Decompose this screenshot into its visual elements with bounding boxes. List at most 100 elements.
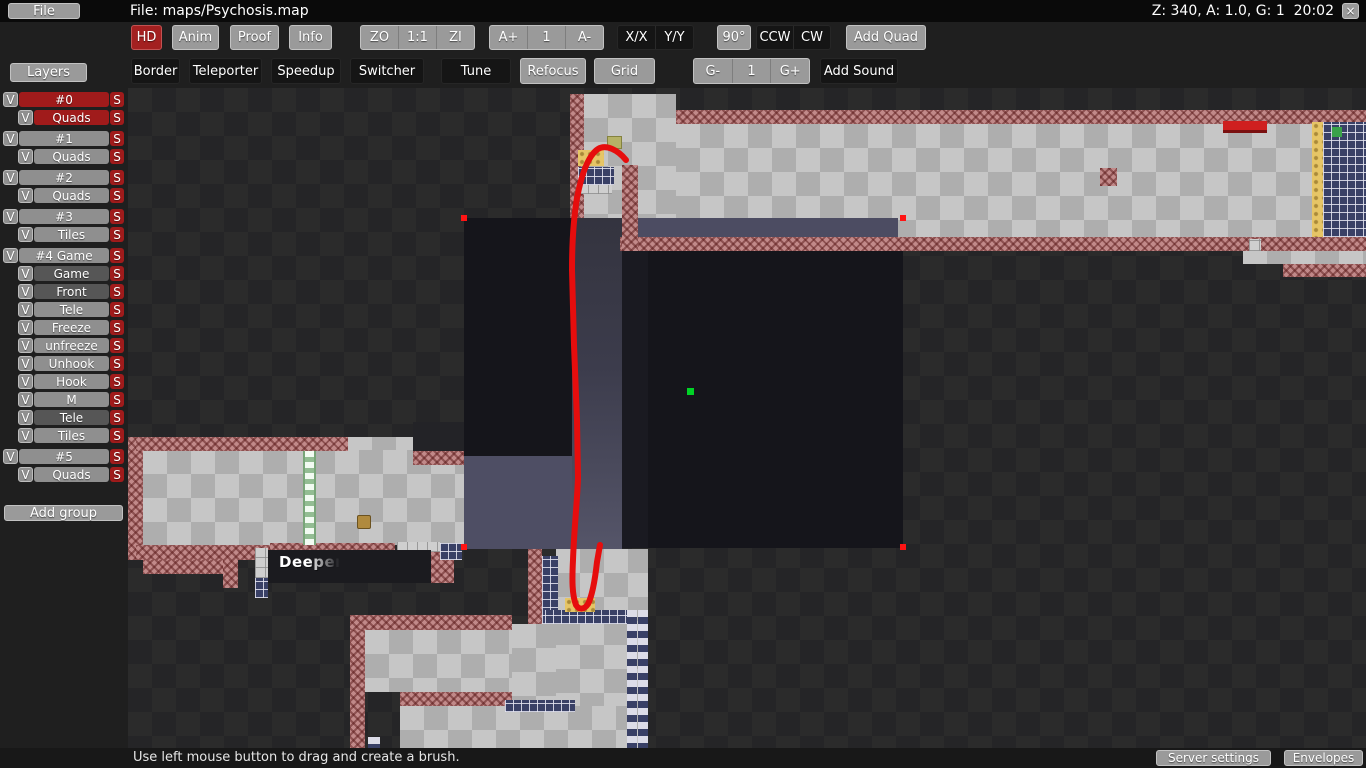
layer-name[interactable]: Tele (34, 302, 109, 317)
layer-visibility-toggle[interactable]: V (18, 374, 33, 389)
grid-increase-button[interactable]: G+ (770, 59, 809, 83)
layer-visibility-toggle[interactable]: V (18, 266, 33, 281)
add-group-button[interactable]: Add group (4, 505, 123, 521)
speedup-button[interactable]: Speedup (271, 58, 341, 84)
teleporter-button[interactable]: Teleporter (189, 58, 262, 84)
layer-name[interactable]: #0 (19, 92, 109, 107)
rotate-angle-button[interactable]: 90° (717, 25, 751, 50)
layer-name[interactable]: #5 (19, 449, 109, 464)
layer-name[interactable]: Front (34, 284, 109, 299)
layer-visibility-toggle[interactable]: V (18, 338, 33, 353)
anim-toggle-button[interactable]: Anim (172, 25, 219, 50)
layer-solo-toggle[interactable]: S (110, 338, 124, 353)
rotate-ccw-button[interactable]: CCW (757, 26, 793, 49)
layer-solo-toggle[interactable]: S (110, 110, 124, 125)
layer-name[interactable]: Tiles (34, 428, 109, 443)
layer-visibility-toggle[interactable]: V (3, 92, 18, 107)
layer-solo-toggle[interactable]: S (110, 392, 124, 407)
layer-solo-toggle[interactable]: S (110, 266, 124, 281)
layer-solo-toggle[interactable]: S (110, 410, 124, 425)
layer-solo-toggle[interactable]: S (110, 227, 124, 242)
layer-name[interactable]: Quads (34, 467, 109, 482)
hd-toggle-button[interactable]: HD (131, 25, 162, 50)
layer-name[interactable]: Quads (34, 188, 109, 203)
layer-name[interactable]: Tiles (34, 227, 109, 242)
layer-visibility-toggle[interactable]: V (18, 149, 33, 164)
layer-visibility-toggle[interactable]: V (18, 302, 33, 317)
layer-visibility-toggle[interactable]: V (3, 209, 18, 224)
layer-visibility-toggle[interactable]: V (18, 110, 33, 125)
layer-name[interactable]: #3 (19, 209, 109, 224)
refocus-button[interactable]: Refocus (520, 58, 586, 84)
flip-y-button[interactable]: Y/Y (655, 26, 693, 49)
quad-corner-handle[interactable] (461, 215, 467, 221)
grid-decrease-button[interactable]: G- (694, 59, 732, 83)
anim-speed-value[interactable]: 1 (527, 26, 565, 49)
envelopes-button[interactable]: Envelopes (1284, 750, 1363, 766)
layer-visibility-toggle[interactable]: V (18, 392, 33, 407)
zoom-in-button[interactable]: ZI (436, 26, 474, 49)
layer-name[interactable]: Game (34, 266, 109, 281)
layer-solo-toggle[interactable]: S (110, 320, 124, 335)
rotate-cw-button[interactable]: CW (793, 26, 830, 49)
layer-name[interactable]: #1 (19, 131, 109, 146)
layer-solo-toggle[interactable]: S (110, 467, 124, 482)
layer-visibility-toggle[interactable]: V (3, 449, 18, 464)
layer-name[interactable]: #2 (19, 170, 109, 185)
layer-name[interactable]: Freeze (34, 320, 109, 335)
proof-toggle-button[interactable]: Proof (230, 25, 279, 50)
layer-visibility-toggle[interactable]: V (18, 410, 33, 425)
border-button[interactable]: Border (131, 58, 180, 84)
layer-solo-toggle[interactable]: S (110, 302, 124, 317)
zoom-reset-button[interactable]: 1:1 (398, 26, 436, 49)
zoom-out-button[interactable]: ZO (361, 26, 398, 49)
file-menu-button[interactable]: File (8, 3, 80, 19)
server-settings-button[interactable]: Server settings (1156, 750, 1271, 766)
layer-solo-toggle[interactable]: S (110, 92, 124, 107)
switcher-button[interactable]: Switcher (350, 58, 424, 84)
add-quad-button[interactable]: Add Quad (846, 25, 926, 50)
layer-solo-toggle[interactable]: S (110, 149, 124, 164)
layer-solo-toggle[interactable]: S (110, 374, 124, 389)
layer-solo-toggle[interactable]: S (110, 170, 124, 185)
anim-speed-up-button[interactable]: A+ (490, 26, 527, 49)
layer-name[interactable]: unfreeze (34, 338, 109, 353)
layer-name[interactable]: Unhook (34, 356, 109, 371)
layer-solo-toggle[interactable]: S (110, 284, 124, 299)
layer-visibility-toggle[interactable]: V (3, 131, 18, 146)
quad-corner-handle[interactable] (461, 544, 467, 550)
info-toggle-button[interactable]: Info (289, 25, 332, 50)
layer-visibility-toggle[interactable]: V (18, 428, 33, 443)
layer-solo-toggle[interactable]: S (110, 356, 124, 371)
layer-name[interactable]: Quads (34, 149, 109, 164)
layer-visibility-toggle[interactable]: V (3, 170, 18, 185)
grid-factor-value[interactable]: 1 (732, 59, 771, 83)
layer-name[interactable]: Tele (34, 410, 109, 425)
flip-x-button[interactable]: X/X (618, 26, 655, 49)
layer-visibility-toggle[interactable]: V (18, 467, 33, 482)
quad-corner-handle[interactable] (900, 544, 906, 550)
layer-name[interactable]: Quads (34, 110, 109, 125)
quad-pivot[interactable] (687, 388, 694, 395)
add-sound-button[interactable]: Add Sound (820, 58, 898, 84)
layer-visibility-toggle[interactable]: V (18, 320, 33, 335)
layer-solo-toggle[interactable]: S (110, 188, 124, 203)
quad-corner-handle[interactable] (900, 215, 906, 221)
layer-visibility-toggle[interactable]: V (18, 227, 33, 242)
layer-solo-toggle[interactable]: S (110, 131, 124, 146)
layer-solo-toggle[interactable]: S (110, 428, 124, 443)
layer-visibility-toggle[interactable]: V (18, 284, 33, 299)
layer-name[interactable]: Hook (34, 374, 109, 389)
layer-visibility-toggle[interactable]: V (18, 188, 33, 203)
layer-visibility-toggle[interactable]: V (18, 356, 33, 371)
tune-button[interactable]: Tune (441, 58, 511, 84)
anim-speed-down-button[interactable]: A- (565, 26, 603, 49)
layer-name[interactable]: #4 Game (19, 248, 109, 263)
layers-button[interactable]: Layers (10, 63, 87, 82)
layer-visibility-toggle[interactable]: V (3, 248, 18, 263)
close-icon[interactable]: × (1342, 3, 1359, 19)
layer-solo-toggle[interactable]: S (110, 449, 124, 464)
grid-toggle-button[interactable]: Grid (594, 58, 655, 84)
layer-solo-toggle[interactable]: S (110, 248, 124, 263)
layer-name[interactable]: M (34, 392, 109, 407)
